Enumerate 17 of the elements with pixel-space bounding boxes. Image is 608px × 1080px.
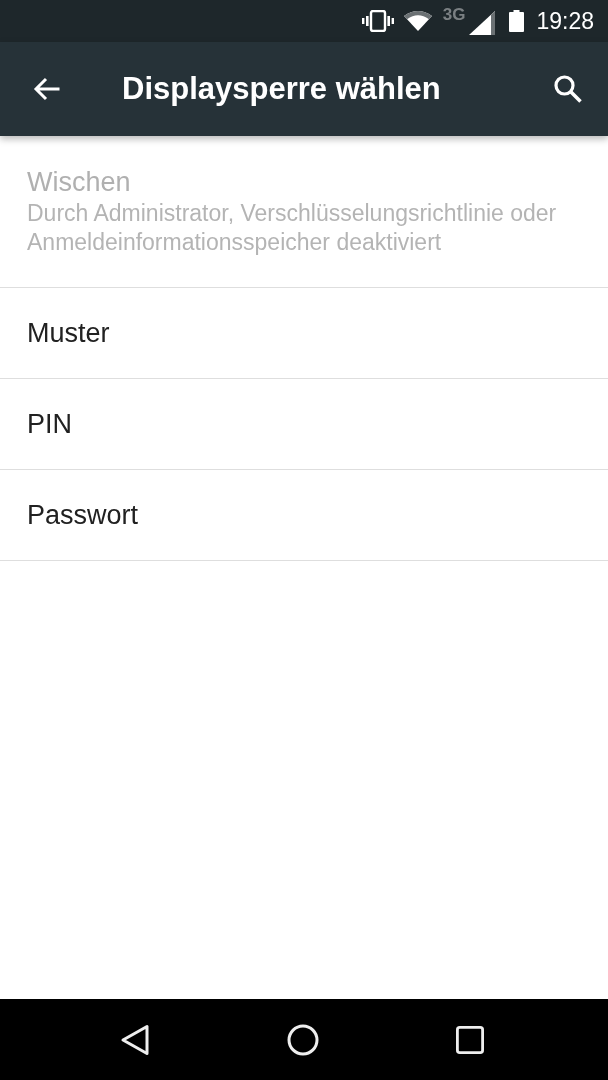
- vibrate-icon: [361, 10, 394, 32]
- lock-option[interactable]: Muster: [0, 288, 608, 379]
- lock-option[interactable]: PIN: [0, 379, 608, 470]
- screen-title: Displaysperre wählen: [122, 71, 442, 107]
- option-summary: Durch Administrator, Verschlüsselungsrichtlinie oder Anmeldeinformationsspeicher deaktiviert: [27, 199, 558, 257]
- recents-square-icon[interactable]: [456, 1025, 484, 1054]
- back-triangle-icon[interactable]: [120, 1023, 150, 1056]
- network-type: 3G: [442, 6, 466, 23]
- search-icon[interactable]: [554, 75, 582, 103]
- back-arrow-icon[interactable]: [33, 77, 61, 101]
- signal-icon: [469, 11, 496, 35]
- clock-time: 19:28: [536, 8, 594, 34]
- wifi-icon: [403, 11, 432, 31]
- option-title: Wischen: [27, 166, 132, 199]
- battery-icon: [509, 10, 525, 32]
- home-circle-icon[interactable]: [287, 1023, 319, 1056]
- lock-option[interactable]: Passwort: [0, 470, 608, 561]
